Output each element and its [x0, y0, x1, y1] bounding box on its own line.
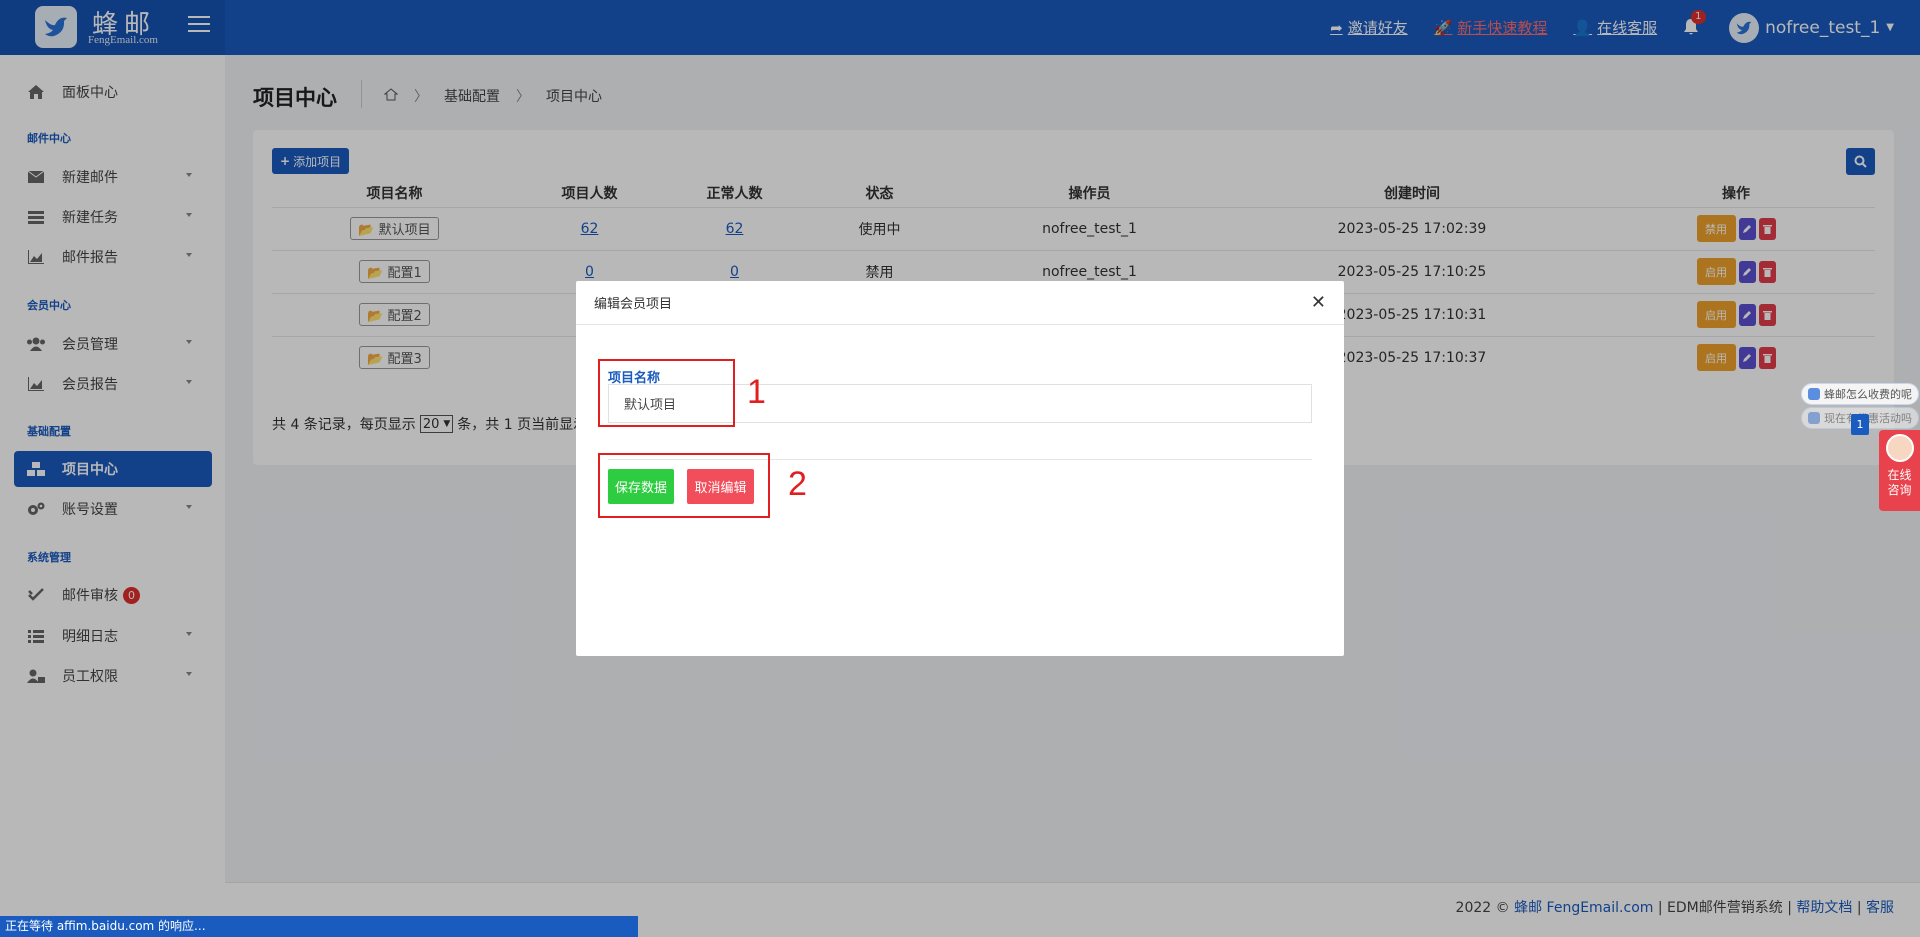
agent-avatar [1885, 434, 1914, 462]
modal-title: 编辑会员项目 [594, 297, 673, 312]
annotation-number-2: 2 [788, 465, 807, 503]
close-icon[interactable]: ✕ [1311, 292, 1326, 313]
edit-project-modal: 编辑会员项目 ✕ 项目名称 默认项目 保存数据 取消编辑 1 2 [576, 281, 1344, 656]
annotation-box-2 [598, 453, 770, 518]
chat-icon [1808, 412, 1820, 424]
modal-header: 编辑会员项目 ✕ [576, 281, 1344, 325]
chat-icon [1808, 388, 1820, 400]
annotation-number-1: 1 [747, 373, 766, 411]
faq-bubble[interactable]: 蜂邮怎么收费的呢 [1801, 383, 1919, 405]
unread-chip[interactable]: 1 [1851, 414, 1869, 435]
annotation-box-1 [598, 359, 735, 427]
browser-status-bar: 正在等待 affim.baidu.com 的响应... [0, 916, 638, 937]
online-consult-button[interactable]: 在线咨询 [1879, 430, 1920, 511]
